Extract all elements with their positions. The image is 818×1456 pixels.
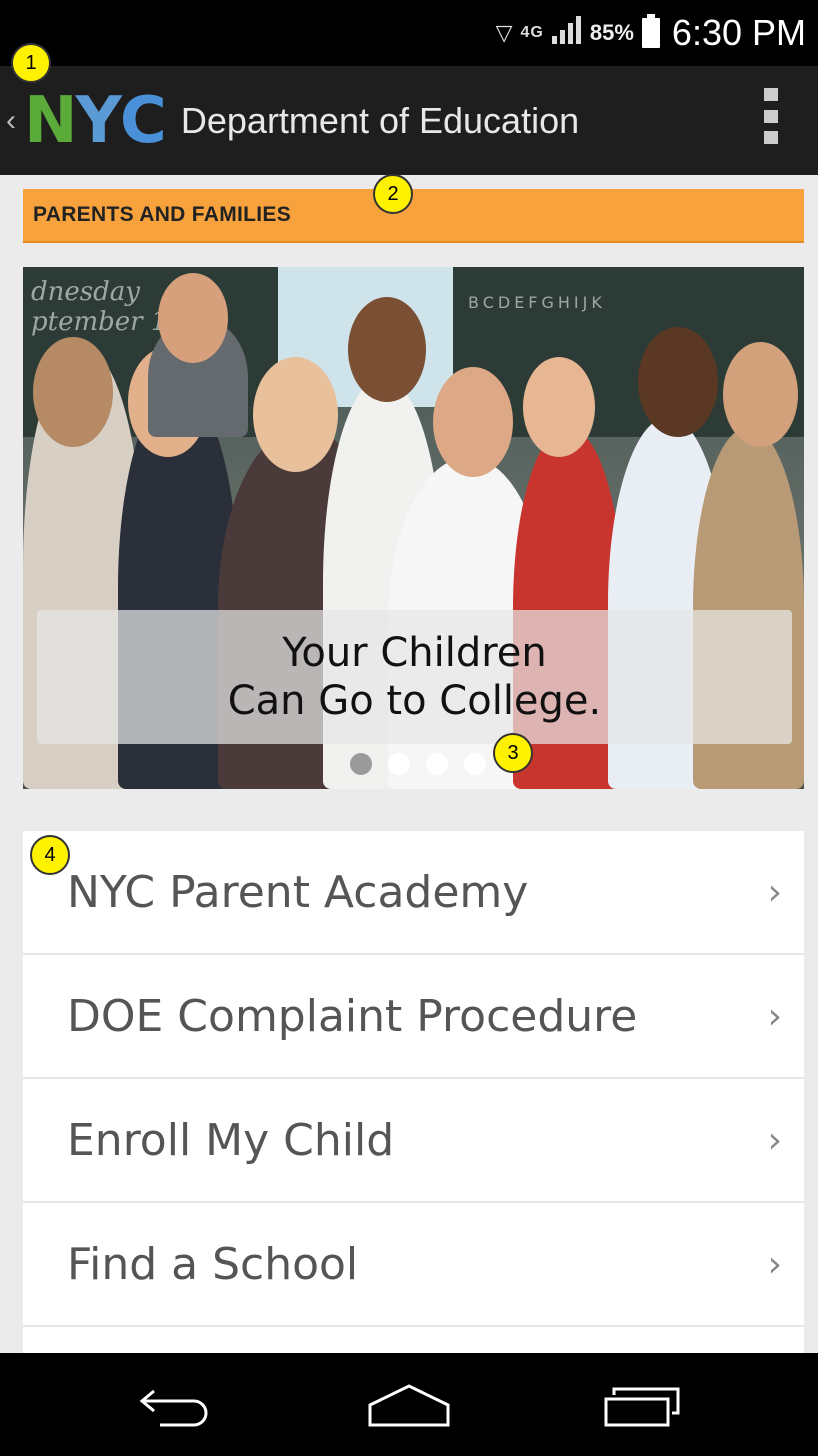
carousel-dot[interactable] xyxy=(350,753,372,775)
carousel-dot[interactable] xyxy=(464,753,486,775)
menu-list: NYC Parent Academy › DOE Complaint Proce… xyxy=(23,831,804,1353)
nav-back-icon[interactable] xyxy=(131,1375,221,1435)
app-title: Department of Education xyxy=(180,99,580,141)
student-face xyxy=(723,342,798,447)
wifi-icon: ▽ xyxy=(495,20,513,45)
nyc-logo[interactable]: N Y C xyxy=(24,89,167,153)
menu-item-label: NYC Parent Academy xyxy=(67,866,529,918)
logo-letter-y: Y xyxy=(75,83,122,158)
chevron-right-icon: › xyxy=(767,871,782,913)
nav-home-icon[interactable] xyxy=(364,1375,454,1435)
annotation-marker-4: 4 xyxy=(30,835,70,875)
student-face xyxy=(33,337,113,447)
section-banner: PARENTS AND FAMILIES xyxy=(23,189,804,243)
carousel-dots xyxy=(350,753,486,775)
menu-item-complaint-procedure[interactable]: DOE Complaint Procedure › xyxy=(23,955,804,1079)
menu-item-find-school[interactable]: Find a School › xyxy=(23,1203,804,1327)
student-face xyxy=(433,367,513,477)
image-carousel[interactable]: dnesday ptember 10 BCDEFGHIJK Your Child… xyxy=(23,267,804,789)
overflow-menu-icon[interactable] xyxy=(764,88,778,144)
carousel-dot[interactable] xyxy=(388,753,410,775)
nav-recents-icon[interactable] xyxy=(597,1375,687,1435)
caption-line-1: Your Children xyxy=(282,630,547,676)
battery-icon xyxy=(641,14,660,48)
chevron-left-icon[interactable]: ‹ xyxy=(6,104,24,138)
menu-item-enroll-child[interactable]: Enroll My Child › xyxy=(23,1079,804,1203)
logo-letter-n: N xyxy=(24,83,78,158)
menu-item-label: DOE Complaint Procedure xyxy=(67,990,638,1042)
annotation-marker-3: 3 xyxy=(493,733,533,773)
board-text-right: BCDEFGHIJK xyxy=(468,293,606,312)
student-face xyxy=(158,273,228,363)
menu-item-parent-academy[interactable]: NYC Parent Academy › xyxy=(23,831,804,955)
app-header: ‹ N Y C Department of Education xyxy=(0,66,818,175)
logo-letter-c: C xyxy=(119,83,167,158)
status-bar: ▽ 4G 85% 6:30 PM xyxy=(0,0,818,66)
student-face xyxy=(348,297,426,402)
clock: 6:30 PM xyxy=(671,12,806,53)
student-face xyxy=(523,357,595,457)
chevron-right-icon: › xyxy=(767,1243,782,1285)
carousel-dot[interactable] xyxy=(426,753,448,775)
content-area: PARENTS AND FAMILIES dnesday ptember 10 … xyxy=(0,175,818,1353)
menu-item-label: Find a School xyxy=(67,1238,359,1290)
student-face xyxy=(638,327,718,437)
signal-icon xyxy=(551,16,582,50)
system-nav-bar xyxy=(0,1353,818,1456)
menu-item-partial[interactable] xyxy=(23,1327,804,1353)
menu-item-label: Enroll My Child xyxy=(67,1114,395,1166)
battery-percent: 85% xyxy=(589,20,634,45)
chevron-right-icon: › xyxy=(767,995,782,1037)
student-face xyxy=(253,357,338,472)
caption-line-2: Can Go to College. xyxy=(227,678,602,724)
annotation-marker-2: 2 xyxy=(373,174,413,214)
section-title: PARENTS AND FAMILIES xyxy=(33,203,292,226)
network-type: 4G xyxy=(520,24,544,41)
chevron-right-icon: › xyxy=(767,1119,782,1161)
carousel-caption: Your Children Can Go to College. xyxy=(37,610,792,744)
annotation-marker-1: 1 xyxy=(11,43,51,83)
